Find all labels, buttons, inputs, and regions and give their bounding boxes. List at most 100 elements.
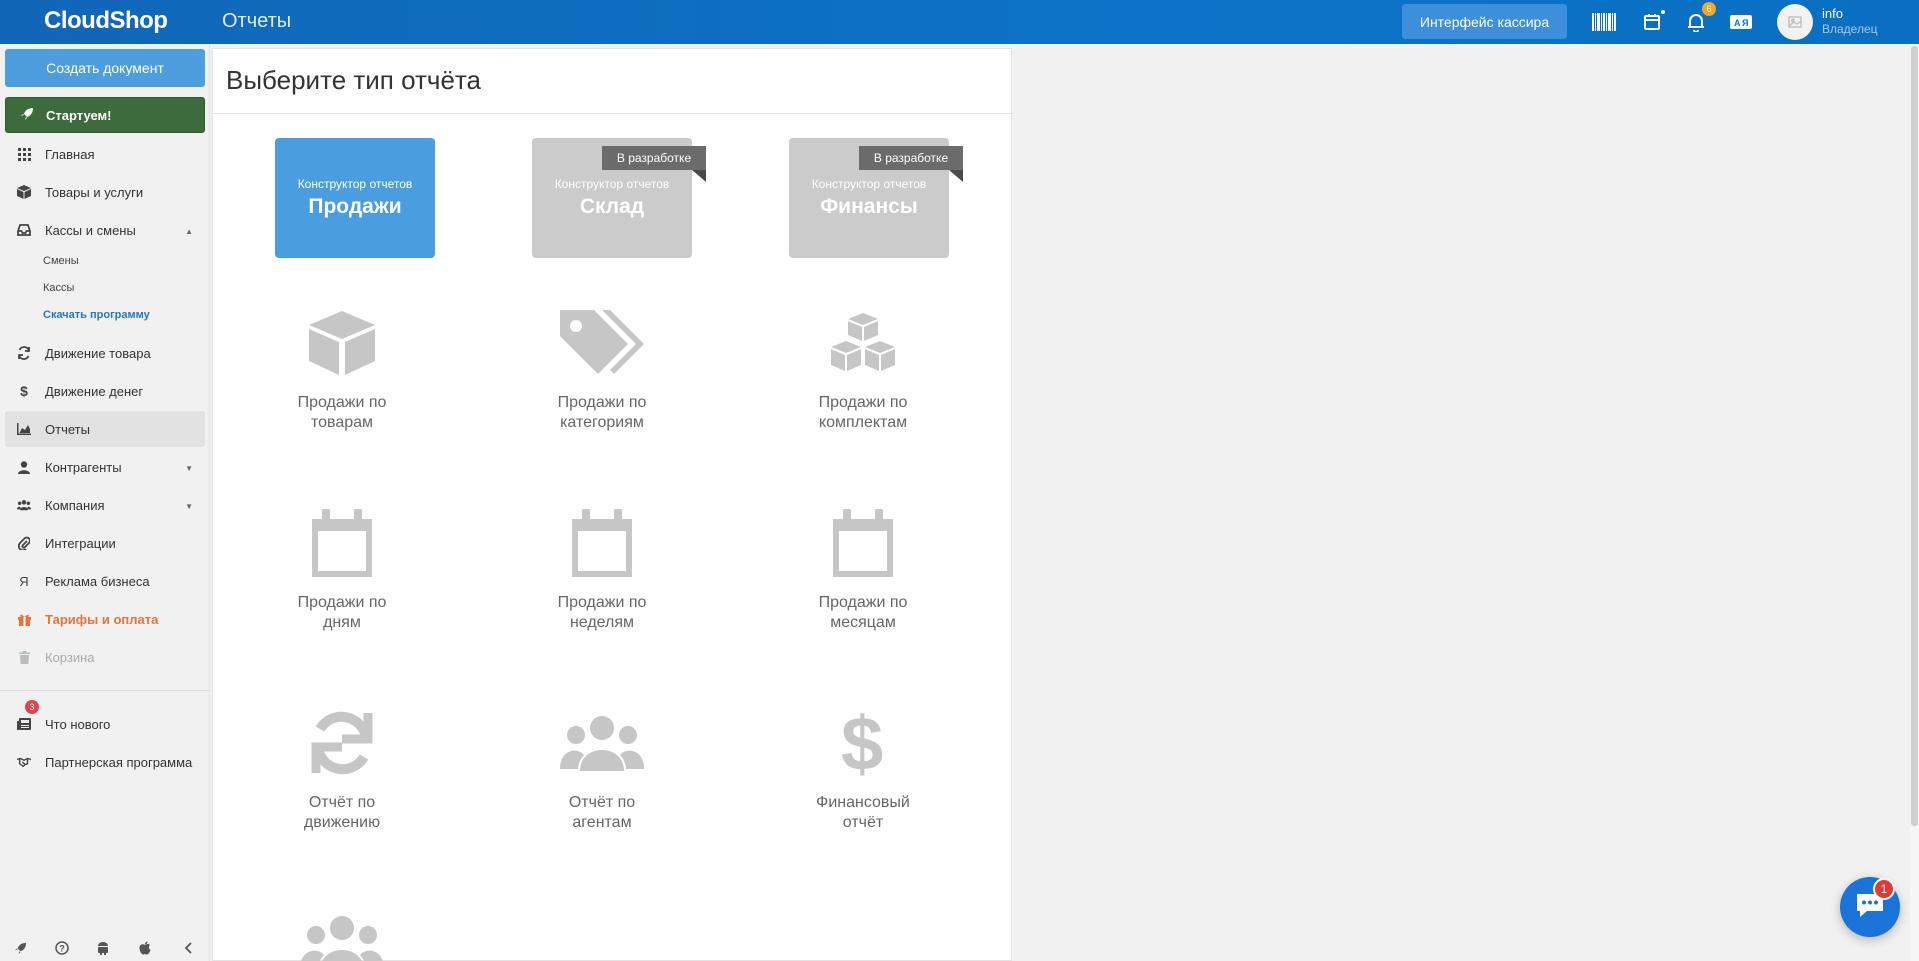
sales-constructor-tile[interactable]: Конструктор отчетов Продажи (275, 138, 435, 258)
sidebar-item-label: Отчеты (45, 421, 90, 437)
sidebar-item-home[interactable]: Главная (5, 136, 205, 172)
report-label-line2: комплектам (818, 414, 908, 431)
start-button-label: Стартуем! (46, 107, 112, 123)
sidebar-item-integrations[interactable]: Интеграции (5, 525, 205, 561)
area-chart-icon (17, 422, 31, 436)
dollar-icon: $ (783, 703, 943, 783)
report-movement[interactable]: Отчёт по движению (262, 703, 422, 833)
sidebar-item-label: Что нового (45, 716, 111, 732)
in-development-ribbon: В разработке (602, 146, 706, 182)
yandex-icon: Я (19, 573, 29, 589)
chevron-up-icon: ▲ (185, 227, 193, 236)
in-development-ribbon: В разработке (859, 146, 963, 182)
sidebar-item-contractors[interactable]: Контрагенты ▼ (5, 449, 205, 485)
bell-icon[interactable]: 6 (1684, 2, 1716, 34)
sidebar-subitem-shifts[interactable]: Смены (43, 255, 79, 267)
inbox-icon (17, 223, 31, 237)
start-button[interactable]: Стартуем! (5, 97, 205, 133)
warehouse-constructor-tile[interactable]: В разработке Конструктор отчетов Склад (532, 138, 706, 258)
users-icon (262, 903, 422, 961)
report-label-line1: Продажи по (818, 394, 908, 411)
report-sales-by-categories[interactable]: Продажи по категориям (522, 303, 682, 433)
sidebar-item-money-movement[interactable]: $ Движение денег (5, 373, 205, 409)
sidebar-item-label: Контрагенты (45, 459, 122, 475)
sidebar-item-label: Главная (45, 146, 95, 162)
user-name[interactable]: info (1822, 6, 1843, 21)
report-label-line2: движению (303, 814, 381, 831)
svg-text:A: A (1734, 18, 1741, 28)
finance-constructor-tile[interactable]: В разработке Конструктор отчетов Финансы (789, 138, 963, 258)
header-page-title: Отчеты (222, 10, 292, 32)
refresh-icon (262, 703, 422, 783)
report-label-line2: месяцам (830, 614, 896, 631)
avatar[interactable] (1777, 4, 1813, 40)
sidebar-item-goods-movement[interactable]: Движение товара (5, 335, 205, 371)
calendar-icon[interactable] (1640, 9, 1666, 34)
users-icon (17, 498, 31, 512)
tile-title: Финансы (820, 195, 918, 218)
sidebar-item-company[interactable]: Компания ▼ (5, 487, 205, 523)
user-icon (17, 460, 31, 474)
notifications-badge: 6 (1702, 2, 1716, 16)
report-label-line1: Отчёт по (568, 794, 636, 811)
sidebar-item-label: Тарифы и оплата (45, 611, 159, 627)
page-title: Выберите тип отчёта (226, 65, 481, 95)
reports-panel: Выберите тип отчёта Конструктор отчетов … (212, 48, 1013, 961)
report-label-line1: Продажи по (557, 394, 647, 411)
sidebar-item-cashboxes[interactable]: Кассы и смены ▲ (5, 212, 205, 248)
sidebar-divider (0, 690, 210, 691)
scrollbar-thumb[interactable] (1911, 46, 1918, 826)
sidebar-item-tariffs[interactable]: Тарифы и оплата (5, 601, 205, 637)
sidebar-subitem-kassy[interactable]: Кассы (43, 282, 74, 294)
barcode-icon[interactable] (1592, 10, 1616, 34)
report-label-line1: Продажи по (557, 594, 647, 611)
tile-subtitle: Конструктор отчетов (554, 177, 670, 191)
sidebar-item-reports[interactable]: Отчеты (5, 411, 205, 447)
tile-subtitle: Конструктор отчетов (811, 177, 927, 191)
svg-text:Я: Я (1742, 18, 1748, 28)
collapse-sidebar-icon[interactable] (180, 940, 196, 956)
report-label-line2: товарам (310, 414, 374, 431)
android-icon[interactable] (95, 940, 111, 956)
users-icon (522, 703, 682, 783)
refresh-icon (17, 346, 31, 360)
report-sales-by-days[interactable]: Продажи по дням (262, 503, 422, 633)
svg-text:$: $ (841, 708, 883, 778)
language-icon[interactable]: AЯ (1729, 10, 1753, 34)
help-icon[interactable]: ? (54, 940, 70, 956)
cashier-interface-button[interactable]: Интерфейс кассира (1402, 4, 1567, 39)
report-sales-by-weeks[interactable]: Продажи по неделям (522, 503, 682, 633)
report-label-line1: Продажи по (297, 394, 387, 411)
grid-icon (17, 147, 31, 161)
trash-icon (17, 650, 31, 664)
sidebar-item-ads[interactable]: Я Реклама бизнеса (5, 563, 205, 599)
sidebar-item-goods[interactable]: Товары и услуги (5, 174, 205, 210)
calendar-icon (522, 503, 682, 583)
create-document-button[interactable]: Создать документ (5, 49, 205, 87)
sidebar-item-whats-new[interactable]: 3 Что нового (5, 700, 205, 742)
paperclip-icon (17, 536, 31, 550)
report-agents[interactable]: Отчёт по агентам (522, 703, 682, 833)
sidebar-item-label: Кассы и смены (45, 222, 136, 238)
cubes-icon (783, 303, 943, 383)
report-label-line2: категориям (560, 414, 644, 431)
download-program-link[interactable]: Скачать программу (43, 309, 150, 321)
chat-badge: 1 (1873, 878, 1895, 900)
sidebar-item-label: Партнерская программа (45, 754, 193, 770)
sidebar-item-label: Движение товара (45, 345, 151, 361)
report-sales-by-months[interactable]: Продажи по месяцам (783, 503, 943, 633)
sidebar-item-partner[interactable]: Партнерская программа (5, 744, 205, 780)
report-employees[interactable] (262, 903, 422, 961)
svg-text:?: ? (59, 944, 64, 954)
logo[interactable]: CloudShop (44, 7, 168, 35)
sidebar-item-trash[interactable]: Корзина (5, 639, 205, 675)
sidebar: Создать документ Стартуем! Главная Товар… (0, 44, 210, 961)
report-sales-by-bundles[interactable]: Продажи по комплектам (783, 303, 943, 433)
report-sales-by-goods[interactable]: Продажи по товарам (262, 303, 422, 433)
tile-subtitle: Конструктор отчетов (297, 177, 413, 191)
apple-icon[interactable] (137, 940, 153, 956)
tile-title: Продажи (308, 195, 402, 218)
report-financial[interactable]: $ Финансовый отчёт (783, 703, 943, 833)
sidebar-item-label: Компания (45, 497, 105, 513)
rocket-icon[interactable] (12, 940, 28, 956)
